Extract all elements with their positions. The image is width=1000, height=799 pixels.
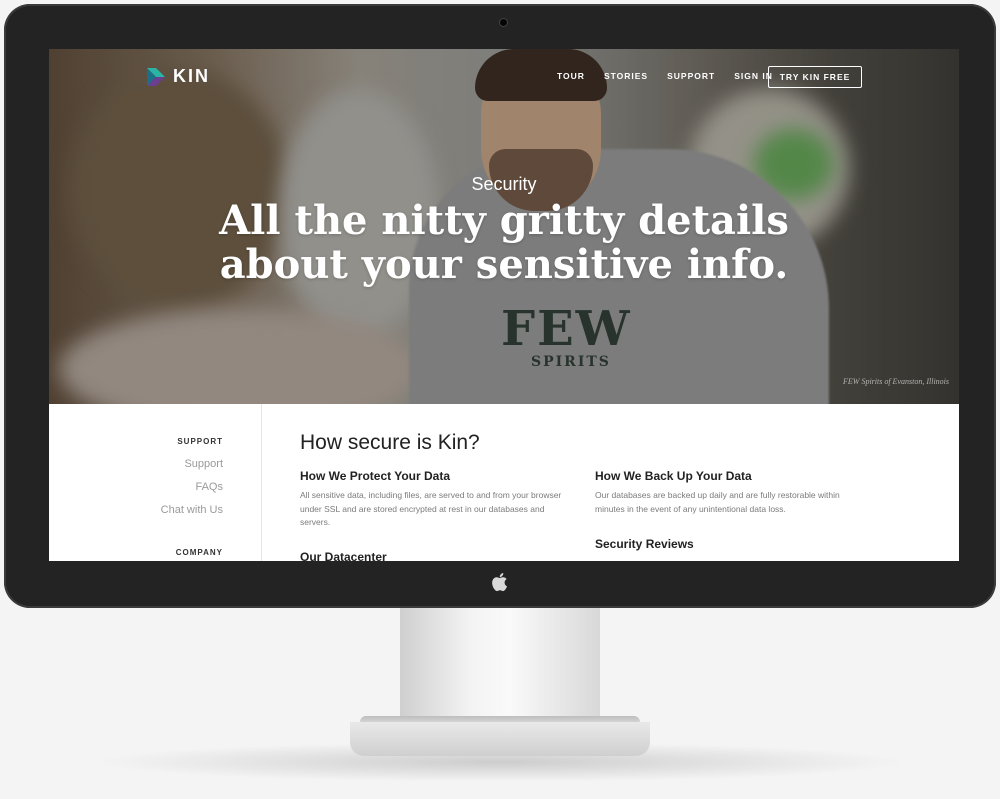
hero-headline-line2: about your sensitive info. [219,241,789,288]
protect-body: All sensitive data, including files, are… [300,490,562,527]
hero-headline: All the nitty gritty details about your … [49,199,959,287]
main-content: How secure is Kin? How We Protect Your D… [262,404,959,561]
sidebar-link-support[interactable]: Support [184,458,223,470]
camera-icon [499,18,508,27]
nav-tour[interactable]: TOUR [557,67,585,85]
reviews-section: Security Reviews [595,537,865,551]
datacenter-section: Our Datacenter [300,550,570,561]
brand-name: KIN [173,66,210,86]
monitor-stand-base [350,722,650,756]
protect-title: How We Protect Your Data [300,469,451,483]
sidebar-link-faqs[interactable]: FAQs [195,481,223,493]
page-title: How secure is Kin? [300,431,480,454]
kin-logo-icon [147,67,165,86]
monitor-bezel: FEW SPIRITS KIN TOUR STORIES SUPPORT SIG [4,4,996,608]
backup-title: How We Back Up Your Data [595,469,752,483]
nav-stories[interactable]: STORIES [604,67,648,85]
sidebar-heading-company: COMPANY [175,548,223,557]
nav-support[interactable]: SUPPORT [667,67,715,85]
reviews-title: Security Reviews [595,537,694,551]
monitor-stand-neck [400,606,600,726]
apple-logo-icon [492,573,508,592]
nav-links: TOUR STORIES SUPPORT SIGN IN [557,67,792,85]
hero-kicker: Security [471,174,537,194]
sidebar-nav: SUPPORT Support FAQs Chat with Us COMPAN… [49,404,262,561]
website-screen: FEW SPIRITS KIN TOUR STORIES SUPPORT SIG [49,49,959,561]
sidebar-heading-support: SUPPORT [177,437,223,446]
backup-body: Our databases are backed up daily and ar… [595,490,840,514]
photo-credit: FEW Spirits of Evanston, Illinois [843,377,949,386]
try-kin-free-button[interactable]: TRY KIN FREE [768,66,862,88]
sidebar-link-chat[interactable]: Chat with Us [161,504,223,516]
datacenter-title: Our Datacenter [300,550,387,561]
hero-banner: FEW SPIRITS KIN TOUR STORIES SUPPORT SIG [49,49,959,404]
brand-logo[interactable]: KIN [147,66,210,87]
hero-headline-line1: All the nitty gritty details [219,197,789,244]
top-navigation: KIN TOUR STORIES SUPPORT SIGN IN TRY KIN… [49,49,959,109]
protect-section: How We Protect Your Data All sensitive d… [300,469,570,530]
backup-section: How We Back Up Your Data Our databases a… [595,469,865,516]
